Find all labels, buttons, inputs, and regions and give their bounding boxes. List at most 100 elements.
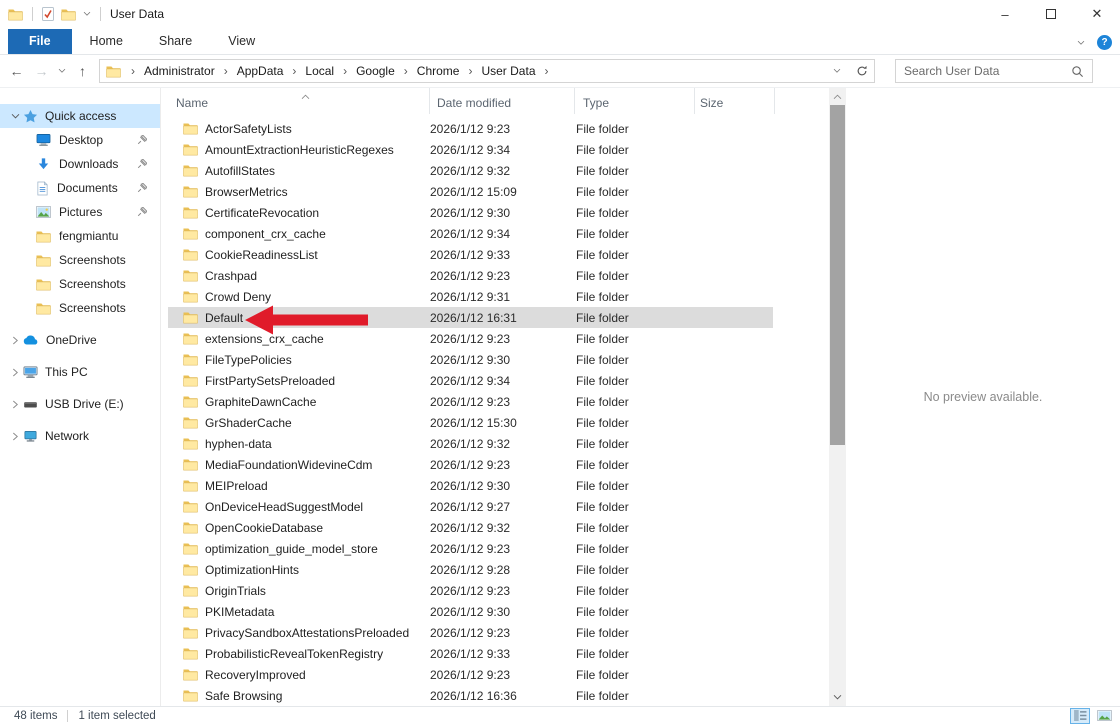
large-icons-view-button[interactable] — [1094, 708, 1114, 724]
properties-check-icon[interactable] — [42, 7, 54, 21]
file-row-graphitedawncache[interactable]: GraphiteDawnCache2026/1/12 9:23File fold… — [168, 391, 773, 412]
breadcrumb-chevron-icon: › — [539, 64, 555, 78]
sidebar-item-screenshots[interactable]: Screenshots — [0, 296, 160, 320]
scrollbar-thumb[interactable] — [830, 105, 845, 445]
address-bar[interactable]: ›Administrator›AppData›Local›Google›Chro… — [99, 59, 875, 83]
chevron-right-icon[interactable] — [7, 336, 23, 345]
folder-icon — [182, 605, 199, 618]
breadcrumb-segment-appdata[interactable]: ›AppData — [218, 64, 287, 78]
file-row-amountextractionheuristicregexes[interactable]: AmountExtractionHeuristicRegexes2026/1/1… — [168, 139, 773, 160]
folder-icon — [182, 311, 199, 324]
recent-locations-chevron-icon[interactable] — [54, 59, 70, 83]
sidebar-item-quick-access[interactable]: Quick access — [0, 104, 160, 128]
breadcrumb-segment-user-data[interactable]: ›User Data — [462, 64, 538, 78]
file-name: GraphiteDawnCache — [199, 395, 430, 409]
sidebar-item-screenshots[interactable]: Screenshots — [0, 272, 160, 296]
sidebar-item-fengmiantu[interactable]: fengmiantu — [0, 224, 160, 248]
file-row-crowd-deny[interactable]: Crowd Deny2026/1/12 9:31File folder — [168, 286, 773, 307]
ribbon-tab-share[interactable]: Share — [141, 29, 210, 54]
sidebar-item-screenshots[interactable]: Screenshots — [0, 248, 160, 272]
folder-icon — [182, 500, 199, 513]
sidebar-item-pictures[interactable]: Pictures — [0, 200, 160, 224]
customize-toolbar-chevron-icon[interactable] — [83, 11, 91, 17]
collapse-ribbon-chevron-icon[interactable] — [1077, 40, 1085, 46]
sidebar-item-usb-drive-e[interactable]: USB Drive (E:) — [0, 392, 160, 416]
file-row-privacysandboxattestationspreloaded[interactable]: PrivacySandboxAttestationsPreloaded2026/… — [168, 622, 773, 643]
file-row-opencookiedatabase[interactable]: OpenCookieDatabase2026/1/12 9:32File fol… — [168, 517, 773, 538]
back-button[interactable]: ← — [4, 59, 29, 83]
ribbon-tab-file[interactable]: File — [8, 29, 72, 54]
new-folder-icon[interactable] — [61, 8, 76, 21]
file-row-optimization-guide-model-store[interactable]: optimization_guide_model_store2026/1/12 … — [168, 538, 773, 559]
file-row-autofillstates[interactable]: AutofillStates2026/1/12 9:32File folder — [168, 160, 773, 181]
breadcrumb-segment-local[interactable]: ›Local — [286, 64, 337, 78]
file-row-pkimetadata[interactable]: PKIMetadata2026/1/12 9:30File folder — [168, 601, 773, 622]
ribbon-tab-view[interactable]: View — [210, 29, 273, 54]
breadcrumb-segment-administrator[interactable]: ›Administrator — [125, 64, 218, 78]
chevron-right-icon[interactable] — [7, 368, 23, 377]
folder-icon — [182, 164, 199, 177]
column-header-name[interactable]: Name — [161, 88, 430, 114]
file-row-origintrials[interactable]: OriginTrials2026/1/12 9:23File folder — [168, 580, 773, 601]
file-row-actorsafetylists[interactable]: ActorSafetyLists2026/1/12 9:23File folde… — [168, 118, 773, 139]
column-header-type[interactable]: Type — [575, 88, 695, 114]
folder-icon — [182, 248, 199, 261]
sidebar-item-onedrive[interactable]: OneDrive — [0, 328, 160, 352]
breadcrumb-segment-google[interactable]: ›Google — [337, 64, 398, 78]
file-row-component-crx-cache[interactable]: component_crx_cache2026/1/12 9:34File fo… — [168, 223, 773, 244]
breadcrumb-segment-chrome[interactable]: ›Chrome — [398, 64, 463, 78]
ribbon-tab-home[interactable]: Home — [72, 29, 141, 54]
column-header-date-modified[interactable]: Date modified — [430, 88, 575, 114]
onedrive-icon — [23, 335, 39, 345]
file-row-firstpartysetspreloaded[interactable]: FirstPartySetsPreloaded2026/1/12 9:34Fil… — [168, 370, 773, 391]
folder-icon — [182, 479, 199, 492]
chevron-right-icon[interactable] — [7, 400, 23, 409]
file-row-cookiereadinesslist[interactable]: CookieReadinessList2026/1/12 9:33File fo… — [168, 244, 773, 265]
file-row-filetypepolicies[interactable]: FileTypePolicies2026/1/12 9:30File folde… — [168, 349, 773, 370]
search-input[interactable]: Search User Data — [895, 59, 1093, 83]
file-row-meipreload[interactable]: MEIPreload2026/1/12 9:30File folder — [168, 475, 773, 496]
file-row-mediafoundationwidevinecdm[interactable]: MediaFoundationWidevineCdm2026/1/12 9:23… — [168, 454, 773, 475]
folder-icon — [182, 668, 199, 681]
file-type: File folder — [576, 374, 696, 388]
file-row-recoveryimproved[interactable]: RecoveryImproved2026/1/12 9:23File folde… — [168, 664, 773, 685]
file-row-probabilisticrevealtokenregistry[interactable]: ProbabilisticRevealTokenRegistry2026/1/1… — [168, 643, 773, 664]
up-button[interactable]: ↑ — [70, 59, 95, 83]
file-row-certificaterevocation[interactable]: CertificateRevocation2026/1/12 9:30File … — [168, 202, 773, 223]
file-row-browsermetrics[interactable]: BrowserMetrics2026/1/12 15:09File folder — [168, 181, 773, 202]
address-dropdown-chevron-icon[interactable] — [824, 60, 849, 82]
file-row-ondeviceheadsuggestmodel[interactable]: OnDeviceHeadSuggestModel2026/1/12 9:27Fi… — [168, 496, 773, 517]
chevron-right-icon[interactable] — [7, 432, 23, 441]
scroll-down-icon[interactable] — [829, 689, 846, 706]
file-type: File folder — [576, 164, 696, 178]
file-date-modified: 2026/1/12 9:33 — [430, 647, 576, 661]
minimize-button[interactable]: – — [982, 0, 1028, 28]
close-button[interactable]: ✕ — [1074, 0, 1120, 28]
folder-icon — [182, 290, 199, 303]
details-view-button[interactable] — [1070, 708, 1090, 724]
file-type: File folder — [576, 122, 696, 136]
file-row-optimizationhints[interactable]: OptimizationHints2026/1/12 9:28File fold… — [168, 559, 773, 580]
folder-icon — [182, 437, 199, 450]
file-row-default[interactable]: Default2026/1/12 16:31File folder — [168, 307, 773, 328]
scroll-up-icon[interactable] — [829, 88, 846, 105]
sidebar-item-downloads[interactable]: Downloads — [0, 152, 160, 176]
refresh-icon[interactable] — [849, 60, 874, 82]
help-icon[interactable]: ? — [1097, 35, 1112, 50]
file-row-grshadercache[interactable]: GrShaderCache2026/1/12 15:30File folder — [168, 412, 773, 433]
search-icon[interactable] — [1071, 65, 1084, 78]
file-row-crashpad[interactable]: Crashpad2026/1/12 9:23File folder — [168, 265, 773, 286]
vertical-scrollbar[interactable] — [829, 88, 846, 706]
sidebar-item-documents[interactable]: Documents — [0, 176, 160, 200]
sidebar-item-desktop[interactable]: Desktop — [0, 128, 160, 152]
file-row-extensions-crx-cache[interactable]: extensions_crx_cache2026/1/12 9:23File f… — [168, 328, 773, 349]
file-row-hyphen-data[interactable]: hyphen-data2026/1/12 9:32File folder — [168, 433, 773, 454]
sidebar-item-network[interactable]: Network — [0, 424, 160, 448]
maximize-button[interactable] — [1028, 0, 1074, 28]
forward-button[interactable]: → — [29, 59, 54, 83]
file-row-safe-browsing[interactable]: Safe Browsing2026/1/12 16:36File folder — [168, 685, 773, 706]
file-type: File folder — [576, 500, 696, 514]
sidebar-item-this-pc[interactable]: This PC — [0, 360, 160, 384]
column-header-size[interactable]: Size — [695, 88, 775, 114]
chevron-down-icon[interactable] — [7, 113, 23, 120]
